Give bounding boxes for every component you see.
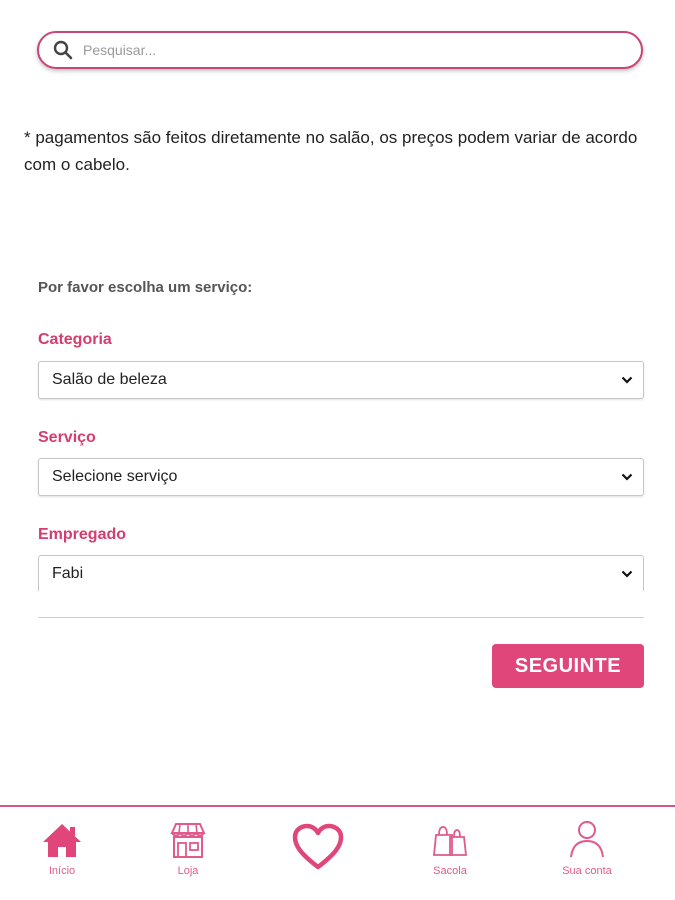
category-label: Categoria	[38, 331, 112, 348]
service-label: Serviço	[38, 429, 96, 446]
service-select[interactable]: Selecione serviço	[38, 458, 644, 496]
chevron-down-icon	[621, 473, 633, 481]
next-button[interactable]: SEGUINTE	[492, 644, 644, 688]
bag-icon	[433, 826, 468, 856]
booking-page: * pagamentos são feitos diretamente no s…	[0, 0, 675, 900]
nav-item-home[interactable]: Início	[12, 807, 112, 897]
employee-label: Empregado	[38, 526, 127, 543]
store-icon	[170, 823, 206, 858]
nav-label-account: Sua conta	[562, 865, 612, 877]
search-input[interactable]	[83, 42, 583, 58]
nav-label-bag: Sacola	[433, 865, 467, 877]
service-value: Selecione serviço	[52, 468, 178, 485]
bottom-nav: Início Loja Sacola Sua conta	[0, 805, 675, 900]
nav-item-bag[interactable]: Sacola	[400, 807, 500, 897]
search-icon	[53, 40, 73, 60]
employee-value: Fabi	[52, 564, 84, 582]
search-bar[interactable]	[37, 31, 643, 69]
nav-item-favorites[interactable]	[268, 807, 368, 897]
payment-note: * pagamentos são feitos diretamente no s…	[24, 128, 638, 174]
user-icon	[570, 821, 604, 858]
employee-select[interactable]: Fabi	[38, 555, 644, 591]
nav-item-store[interactable]: Loja	[138, 807, 238, 897]
nav-item-account[interactable]: Sua conta	[537, 807, 637, 897]
chevron-down-icon	[621, 376, 633, 384]
category-value: Salão de beleza	[52, 371, 167, 388]
service-prompt: Por favor escolha um serviço:	[38, 279, 253, 296]
nav-label-home: Início	[48, 865, 76, 877]
category-select[interactable]: Salão de beleza	[38, 361, 644, 399]
home-icon	[43, 824, 81, 857]
heart-icon	[292, 823, 344, 870]
nav-label-store: Loja	[177, 865, 199, 877]
form-divider	[38, 617, 644, 618]
chevron-down-icon	[621, 570, 633, 578]
